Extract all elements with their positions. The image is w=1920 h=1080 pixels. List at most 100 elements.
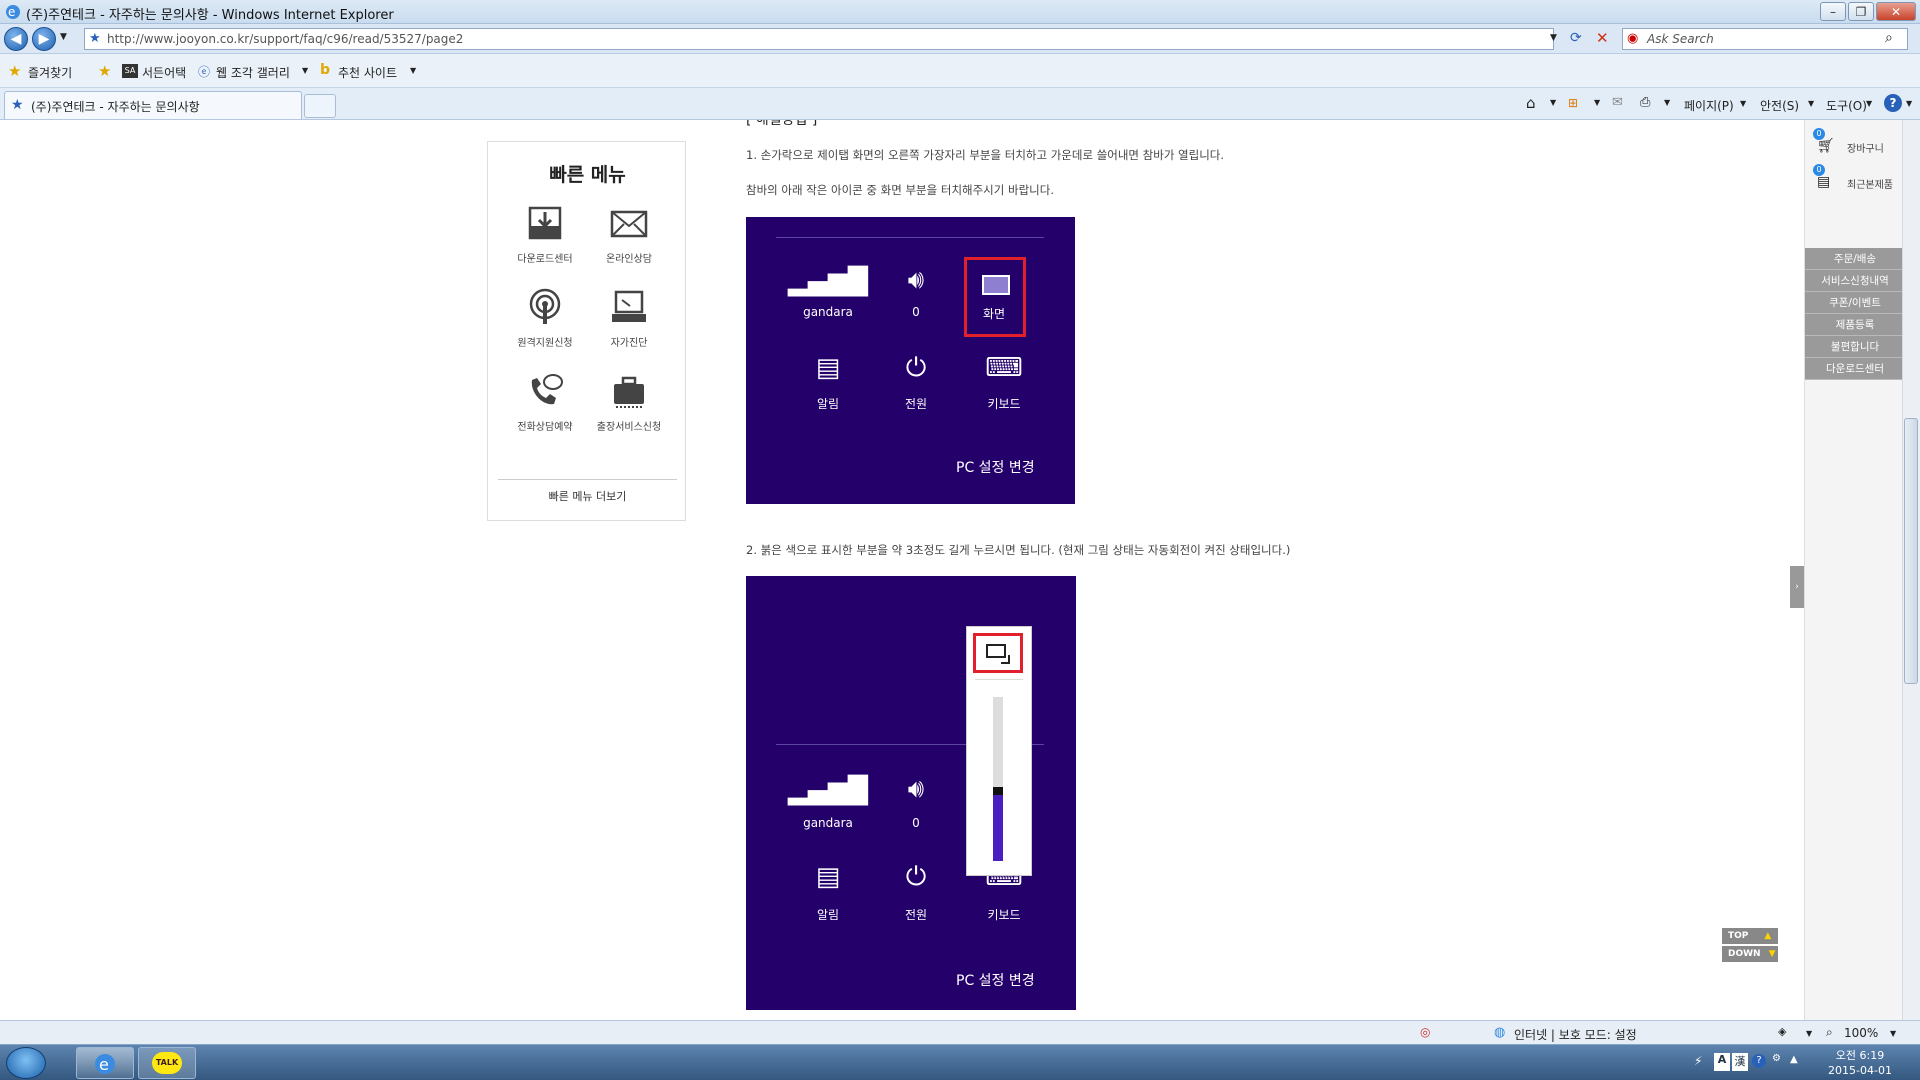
stop-icon[interactable]: ✕ [1596, 29, 1609, 47]
tab-active[interactable]: ★ (주)주연테크 - 자주하는 문의사항 [4, 91, 302, 119]
quick-menu-self-diagnosis[interactable]: 자가진단 [584, 288, 674, 349]
bing-icon: b [320, 62, 331, 78]
print-icon[interactable]: ⎙ [1640, 95, 1650, 110]
brightness-level-fill [993, 795, 1003, 861]
scroll-down-button[interactable]: DOWN ▼ [1722, 946, 1778, 962]
fav-item-suggested-sites[interactable]: 추천 사이트 [338, 64, 397, 81]
status-bar: ◎ ◍ 인터넷 | 보호 모드: 설정 ◈ ▼ ⌕ 100% ▼ [0, 1020, 1920, 1044]
tools-menu[interactable]: 도구(O) [1826, 97, 1867, 114]
quick-menu-divider [498, 479, 677, 480]
chevron-down-icon[interactable]: ▼ [1890, 1029, 1896, 1038]
ime-mode-icon[interactable]: A [1714, 1053, 1730, 1071]
screen-icon [982, 275, 1010, 295]
globe-icon: ◍ [1494, 1025, 1506, 1040]
popup-blocked-icon[interactable]: ◎ [1420, 1025, 1430, 1039]
brightness-slider-thumb[interactable] [993, 787, 1003, 795]
recent-items-icon: ▤ [1817, 174, 1831, 190]
minimize-button[interactable]: – [1820, 2, 1846, 21]
security-zone-text[interactable]: 인터넷 | 보호 모드: 설정 [1514, 1026, 1637, 1043]
notifications-icon: ▤ [815, 862, 841, 892]
zoom-level[interactable]: 100% [1844, 1026, 1878, 1040]
sidebar-link-coupon-event[interactable]: 쿠폰/이벤트 [1805, 292, 1905, 314]
phone-icon [531, 374, 563, 405]
network-signal-icon: ▂▄▆█ [788, 267, 868, 297]
chevron-down-icon[interactable]: ▼ [1740, 99, 1746, 108]
chevron-down-icon[interactable]: ▼ [1664, 98, 1670, 107]
chevron-down-icon[interactable]: ▼ [1594, 98, 1600, 107]
tray-clock[interactable]: 오전 6:19 2015-04-01 [1810, 1048, 1910, 1078]
refresh-icon[interactable]: ⟳ [1570, 30, 1582, 46]
sidebar-link-product-register[interactable]: 제품등록 [1805, 314, 1905, 336]
charm-label-volume: 0 [912, 816, 920, 830]
close-window-button[interactable]: ✕ [1876, 2, 1916, 21]
forward-button[interactable]: ▶ [32, 27, 56, 51]
safety-menu[interactable]: 안전(S) [1760, 97, 1799, 114]
page-menu[interactable]: 페이지(P) [1684, 97, 1734, 114]
brightness-slider[interactable] [993, 697, 1003, 861]
start-button[interactable] [6, 1047, 46, 1079]
quick-menu-onsite-service[interactable]: 출장서비스신청 [584, 372, 674, 433]
new-tab-button[interactable] [304, 94, 336, 118]
show-hidden-icons-icon[interactable]: ▲ [1790, 1054, 1798, 1065]
quick-menu-phone-reservation[interactable]: 전화상담예약 [500, 372, 590, 433]
quick-menu-label: 출장서비스신청 [596, 422, 662, 433]
address-url[interactable]: http://www.jooyon.co.kr/support/faq/c96/… [107, 32, 463, 46]
quick-menu-remote-support[interactable]: 원격지원신청 [500, 288, 590, 349]
tray-options-icon[interactable]: ⚙ [1772, 1053, 1781, 1064]
quick-menu-download-center[interactable]: 다운로드센터 [500, 204, 590, 265]
tab-title[interactable]: (주)주연테크 - 자주하는 문의사항 [31, 100, 200, 114]
quick-menu-online-consult[interactable]: 온라인상담 [584, 204, 674, 265]
charm-label-network: gandara [803, 816, 853, 830]
scrollbar-thumb[interactable] [1904, 418, 1918, 684]
scroll-top-button[interactable]: TOP ▲ [1722, 928, 1778, 944]
chevron-down-icon[interactable]: ▼ [1866, 99, 1872, 108]
remote-signal-icon [529, 288, 561, 324]
search-box[interactable]: ◉ Ask Search ⌕ [1622, 28, 1908, 50]
address-bar[interactable]: ★ http://www.jooyon.co.kr/support/faq/c9… [84, 28, 1554, 50]
sidebar-link-service-history[interactable]: 서비스신청내역 [1805, 270, 1905, 292]
clock-date: 2015-04-01 [1828, 1064, 1892, 1077]
protected-mode-icon[interactable]: ◈ [1778, 1025, 1786, 1038]
chevron-down-icon[interactable]: ▼ [1906, 99, 1912, 108]
chevron-down-icon[interactable]: ▼ [1806, 1029, 1812, 1038]
add-favorites-icon[interactable]: ★ [98, 62, 111, 80]
sidebar-collapse-tab[interactable]: › [1790, 566, 1804, 608]
mail-icon[interactable]: ✉ [1612, 95, 1623, 110]
quick-menu-label: 온라인상담 [606, 254, 652, 265]
chevron-down-icon[interactable]: ▼ [1808, 99, 1814, 108]
sidebar-link-complaint[interactable]: 불편합니다 [1805, 336, 1905, 358]
charm-label-keyboard: 키보드 [987, 908, 1021, 922]
chevron-down-icon[interactable]: ▼ [1550, 98, 1556, 107]
maximize-button[interactable]: ❐ [1848, 2, 1874, 21]
search-icon[interactable]: ⌕ [1885, 30, 1893, 46]
help-icon[interactable]: ? [1884, 94, 1902, 112]
taskbar-ie-button[interactable]: e [76, 1047, 134, 1079]
power-icon: ⏻ [905, 353, 927, 383]
home-icon[interactable]: ⌂ [1526, 94, 1536, 112]
address-dropdown-icon[interactable]: ▼ [1550, 33, 1557, 43]
mail-icon [610, 210, 648, 238]
step-1-text: 1. 손가락으로 제이탭 화면의 오른쪽 가장자리 부분을 터치하고 가운데로 … [746, 148, 1225, 162]
history-dropdown-icon[interactable]: ▼ [60, 32, 67, 42]
quick-menu-more-link[interactable]: 빠른 메뉴 더보기 [488, 488, 687, 504]
quick-menu-label: 원격지원신청 [517, 338, 573, 349]
chevron-down-icon[interactable]: ▼ [410, 66, 416, 75]
back-button[interactable]: ◀ [4, 27, 28, 51]
fav-item-sudden-attack[interactable]: 서든어택 [142, 64, 186, 81]
chevron-down-icon[interactable]: ▼ [302, 66, 308, 75]
sidebar-link-download-center[interactable]: 다운로드센터 [1805, 358, 1905, 380]
popup-divider [975, 679, 1023, 680]
cart-label: 장바구니 [1847, 144, 1884, 155]
ime-help-icon[interactable]: ? [1752, 1054, 1766, 1068]
charm-label-network: gandara [803, 305, 853, 319]
sidebar-link-order-delivery[interactable]: 주문/배송 [1805, 248, 1905, 270]
search-placeholder[interactable]: Ask Search [1647, 32, 1714, 46]
charm-label-notifications: 알림 [816, 908, 840, 922]
ime-hanja-icon[interactable]: 漢 [1732, 1053, 1748, 1071]
taskbar-kakaotalk-button[interactable]: TALK [138, 1047, 196, 1079]
favorites-button[interactable]: 즐겨찾기 [28, 64, 72, 81]
scroll-down-label: DOWN [1728, 949, 1761, 959]
rss-feed-icon[interactable]: ⊞ [1568, 96, 1578, 110]
fav-item-web-slice-gallery[interactable]: 웹 조각 갤러리 [216, 64, 290, 81]
tray-network-icon[interactable]: ⚡ [1694, 1054, 1702, 1068]
